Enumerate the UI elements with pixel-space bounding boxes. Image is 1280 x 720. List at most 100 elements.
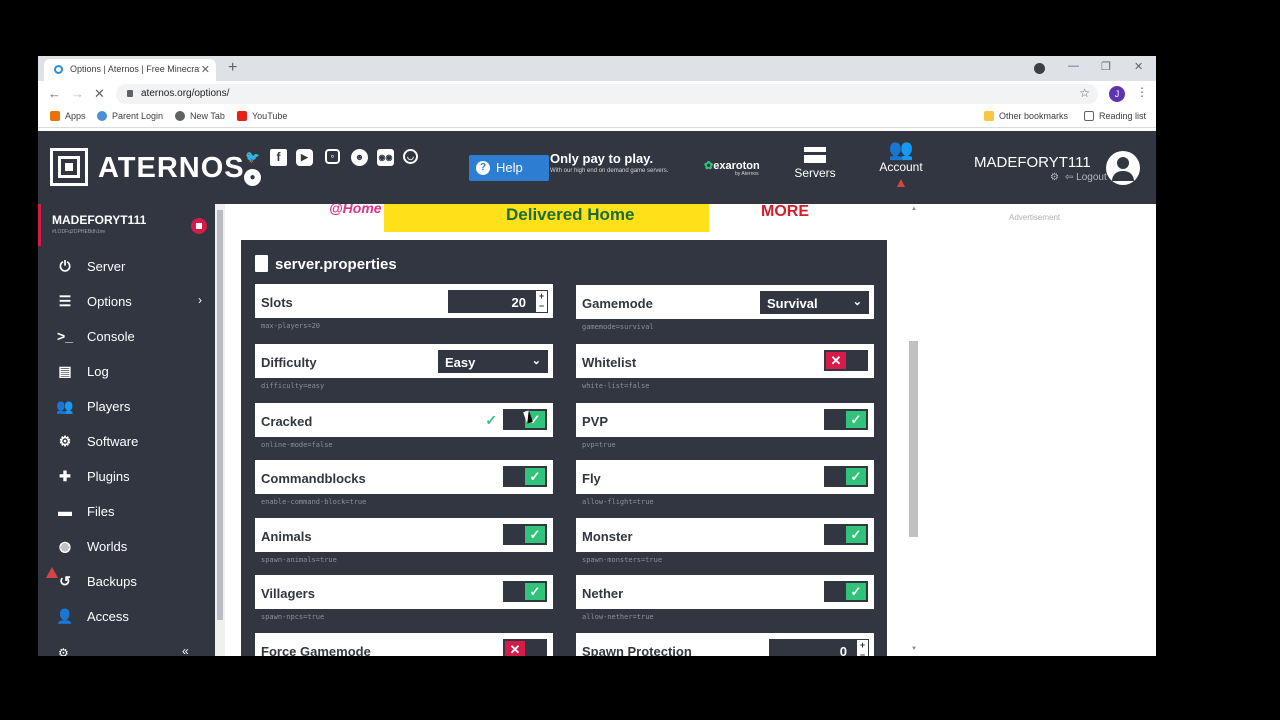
reddit-icon[interactable]: ☻ xyxy=(351,149,368,166)
saved-check-icon: ✓ xyxy=(485,412,497,428)
spawn-protection-number-input[interactable]: 0 + − xyxy=(769,639,869,656)
profile-avatar[interactable]: J xyxy=(1109,86,1125,102)
header-username[interactable]: MADEFORYT111 xyxy=(974,154,1091,171)
animals-toggle[interactable]: ✓ xyxy=(503,524,547,545)
browser-tab[interactable]: Options | Aternos | Free Minecraft ✕ xyxy=(44,59,216,81)
sidebar-item-worlds[interactable]: ◍ Worlds xyxy=(38,529,215,564)
reading-list-icon xyxy=(1084,111,1094,121)
new-tab-icon[interactable]: + xyxy=(228,59,237,77)
check-icon: ✓ xyxy=(846,526,866,543)
url-input[interactable]: aternos.org/options/ ☆ xyxy=(116,84,1098,104)
collapse-sidebar-icon[interactable]: « xyxy=(182,644,189,656)
account-nav[interactable]: 👥 Account xyxy=(874,140,928,189)
minimize-icon[interactable]: — xyxy=(1068,60,1079,72)
sidebar-server-id: #LODFq2OPHEBdh1ne xyxy=(52,229,106,235)
tab-title: Options | Aternos | Free Minecraft xyxy=(70,64,200,74)
settings-icon[interactable]: ⚙ xyxy=(1050,172,1059,183)
bookmark-parent-login[interactable]: Parent Login xyxy=(97,111,163,121)
difficulty-select[interactable]: Easy ⌄ xyxy=(438,350,548,373)
close-window-icon[interactable]: ✕ xyxy=(1134,60,1143,73)
servers-icon xyxy=(804,147,826,163)
slots-number-input[interactable]: 20 + − xyxy=(448,290,548,313)
twitter-icon[interactable]: 🐦 xyxy=(244,149,261,166)
instagram-icon[interactable]: ◦ xyxy=(325,149,340,164)
aternos-favicon-icon xyxy=(54,65,63,74)
check-icon: ✓ xyxy=(525,526,545,543)
globe-icon xyxy=(175,111,185,121)
gears-icon: ⚙ xyxy=(58,433,72,449)
help-button[interactable]: ? Help xyxy=(469,155,549,181)
close-tab-icon[interactable]: ✕ xyxy=(201,63,210,76)
exaroton-gear-icon: ✿ xyxy=(704,160,714,172)
sidebar-item-backups[interactable]: ↺ Backups xyxy=(38,564,215,599)
user-lock-icon: 👤 xyxy=(56,608,74,624)
logout-link[interactable]: ⚙ ⇦ Logout xyxy=(1050,172,1107,183)
teamspeak-icon[interactable]: ◡ xyxy=(403,149,418,164)
check-icon: ✓ xyxy=(525,583,545,600)
sidebar-item-console[interactable]: >_ Console xyxy=(38,319,215,354)
check-icon: ✓ xyxy=(525,468,545,485)
youtube-icon[interactable]: ▶ xyxy=(296,149,313,166)
settings-icon[interactable]: ⚙ xyxy=(58,646,69,656)
promo-text: With our high end on demand game servers… xyxy=(550,168,669,174)
chevron-down-icon: ⌄ xyxy=(852,296,862,308)
facebook-icon[interactable]: f xyxy=(270,149,287,166)
sidebar-item-software[interactable]: ⚙ Software xyxy=(38,424,215,459)
bookmark-other[interactable]: Other bookmarks xyxy=(984,111,1068,121)
bookmark-star-icon[interactable]: ☆ xyxy=(1079,86,1090,100)
stepper-icon[interactable]: + − xyxy=(535,290,548,313)
account-avatar[interactable] xyxy=(1106,151,1140,185)
whitelist-toggle[interactable]: ✕ xyxy=(824,350,868,371)
tab-search-icon[interactable] xyxy=(1034,63,1045,74)
chevron-right-icon: › xyxy=(198,293,202,307)
scroll-down-icon[interactable]: ▼ xyxy=(911,646,917,652)
villagers-toggle[interactable]: ✓ xyxy=(503,581,547,602)
sidebar-item-access[interactable]: 👤 Access xyxy=(38,599,215,634)
stop-icon[interactable]: ✕ xyxy=(94,86,105,102)
scroll-up-icon[interactable]: ▲ xyxy=(911,206,917,212)
sidebar-item-files[interactable]: ▬ Files xyxy=(38,494,215,529)
github-icon[interactable]: ● xyxy=(244,169,261,186)
gamemode-select[interactable]: Survival ⌄ xyxy=(760,291,869,314)
bookmark-new-tab[interactable]: New Tab xyxy=(175,111,225,121)
back-icon[interactable]: ← xyxy=(48,86,61,101)
fly-toggle[interactable]: ✓ xyxy=(824,466,868,487)
apps-grid-icon xyxy=(50,111,60,121)
bookmark-youtube[interactable]: YouTube xyxy=(237,111,287,121)
monster-toggle[interactable]: ✓ xyxy=(824,524,868,545)
ad-main-text: Delivered Home xyxy=(506,205,635,224)
folder-icon xyxy=(984,111,994,121)
puzzle-icon: ✚ xyxy=(59,468,71,484)
bookmark-apps[interactable]: Apps xyxy=(50,111,86,121)
discord-icon[interactable]: ◉◉ xyxy=(377,149,394,166)
brand-name[interactable]: ATERNOS xyxy=(98,152,245,185)
sidebar-item-players[interactable]: 👥 Players xyxy=(38,389,215,424)
bookmark-reading-list[interactable]: Reading list xyxy=(1084,111,1146,121)
main-scrollbar[interactable] xyxy=(905,204,919,656)
stepper-icon[interactable]: + − xyxy=(856,639,869,656)
force-gamemode-toggle[interactable]: ✕ xyxy=(503,639,547,656)
servers-nav[interactable]: Servers xyxy=(790,147,840,180)
file-icon: ▤ xyxy=(58,363,72,379)
sidebar-scrollbar[interactable] xyxy=(215,204,225,656)
ad-more-text: MORE xyxy=(761,204,809,220)
promo-title[interactable]: Only pay to play. xyxy=(550,151,653,166)
menu-icon[interactable]: ⋮ xyxy=(1136,85,1148,99)
sidebar-item-server[interactable]: ⏻ Server xyxy=(38,249,215,284)
parent-login-icon xyxy=(97,111,107,121)
nether-toggle[interactable]: ✓ xyxy=(824,581,868,602)
history-icon: ↺ xyxy=(59,573,71,589)
pvp-toggle[interactable]: ✓ xyxy=(824,409,868,430)
server-status-stop-icon[interactable] xyxy=(191,218,207,234)
aternos-logo-icon[interactable] xyxy=(50,148,88,186)
maximize-icon[interactable]: ❐ xyxy=(1101,60,1111,73)
ad-banner[interactable]: @Home Delivered Home MORE xyxy=(299,204,829,232)
sidebar-item-options[interactable]: ☰ Options › xyxy=(38,284,215,319)
user-cog-icon: 👥 xyxy=(888,139,914,161)
sidebar: MADEFORYT111 #LODFq2OPHEBdh1ne ⏻ Server ☰… xyxy=(38,204,215,656)
sidebar-server-header[interactable]: MADEFORYT111 #LODFq2OPHEBdh1ne xyxy=(38,204,215,246)
commandblocks-toggle[interactable]: ✓ xyxy=(503,466,547,487)
sidebar-item-plugins[interactable]: ✚ Plugins xyxy=(38,459,215,494)
forward-icon[interactable]: → xyxy=(71,86,84,101)
sidebar-item-log[interactable]: ▤ Log xyxy=(38,354,215,389)
